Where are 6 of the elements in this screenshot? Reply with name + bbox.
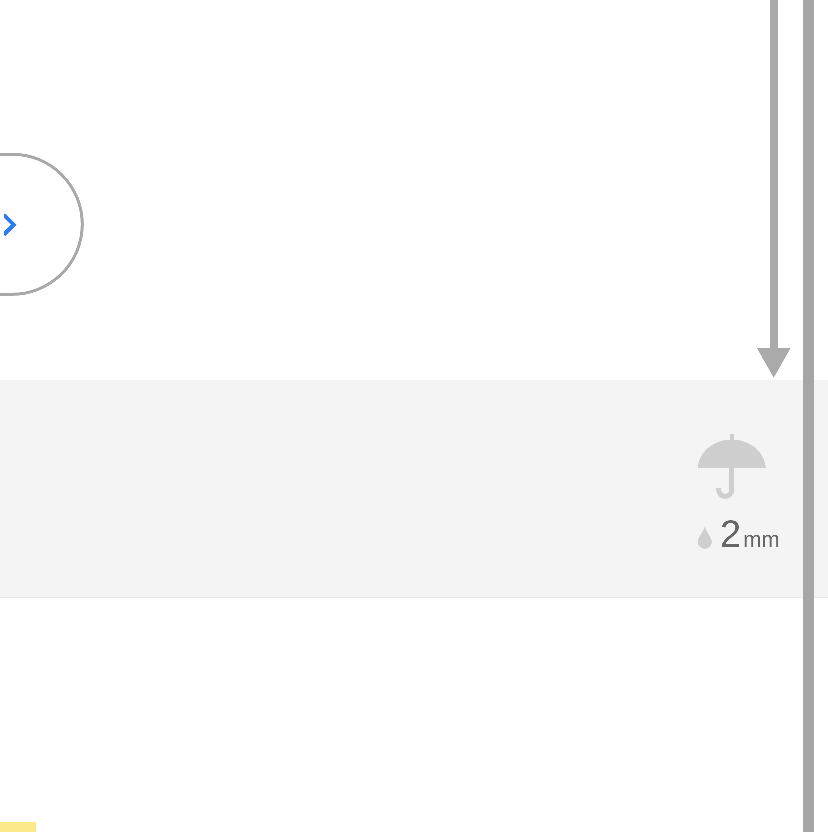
- umbrella-icon: [698, 432, 766, 500]
- rain-amount: 2: [720, 516, 742, 554]
- chevron-right-icon: [4, 212, 18, 236]
- raindrop-icon: [698, 527, 712, 549]
- rain-unit: mm: [743, 527, 780, 553]
- highlight-strip: [0, 822, 36, 832]
